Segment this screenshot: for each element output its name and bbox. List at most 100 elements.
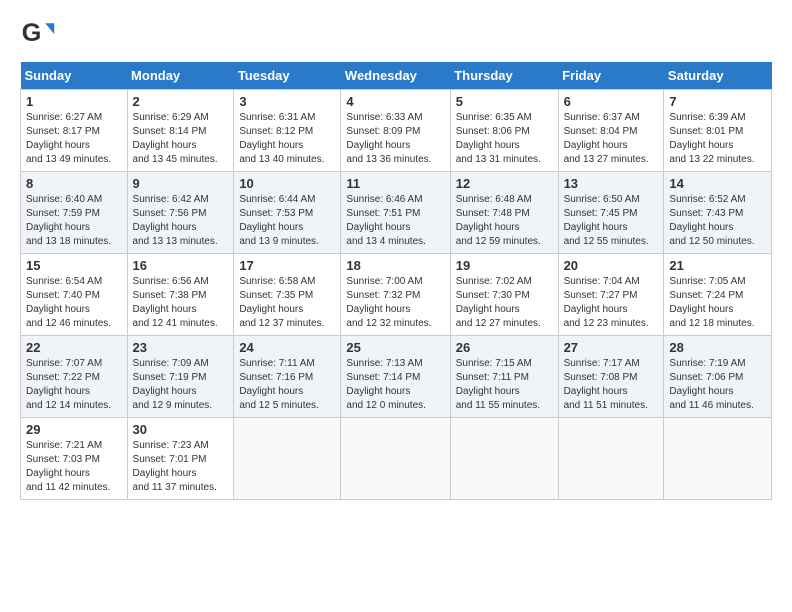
calendar-cell: 8 Sunrise: 6:40 AMSunset: 7:59 PMDaylight… [21,172,128,254]
calendar-cell: 23 Sunrise: 7:09 AMSunset: 7:19 PMDayligh… [127,336,234,418]
calendar-cell: 16 Sunrise: 6:56 AMSunset: 7:38 PMDayligh… [127,254,234,336]
day-info: Sunrise: 6:56 AMSunset: 7:38 PMDaylight … [133,275,229,331]
weekday-header-tuesday: Tuesday [234,62,341,90]
day-info: Sunrise: 7:04 AMSunset: 7:27 PMDaylight … [564,275,659,331]
calendar-cell: 29 Sunrise: 7:21 AMSunset: 7:03 PMDayligh… [21,418,128,500]
day-info: Sunrise: 6:50 AMSunset: 7:45 PMDaylight … [564,193,659,249]
weekday-header-friday: Friday [558,62,664,90]
day-info: Sunrise: 6:44 AMSunset: 7:53 PMDaylight … [239,193,335,249]
day-number: 10 [239,176,335,191]
day-info: Sunrise: 6:58 AMSunset: 7:35 PMDaylight … [239,275,335,331]
day-number: 9 [133,176,229,191]
calendar-cell [234,418,341,500]
calendar-cell: 18 Sunrise: 7:00 AMSunset: 7:32 PMDayligh… [341,254,450,336]
day-number: 17 [239,258,335,273]
calendar-cell: 7Sunrise: 6:39 AMSunset: 8:01 PMDaylight… [664,90,772,172]
calendar-cell: 28 Sunrise: 7:19 AMSunset: 7:06 PMDayligh… [664,336,772,418]
day-number: 2 [133,94,229,109]
weekday-header-wednesday: Wednesday [341,62,450,90]
calendar-cell: 26 Sunrise: 7:15 AMSunset: 7:11 PMDayligh… [450,336,558,418]
day-number: 3 [239,94,335,109]
day-info: Sunrise: 7:09 AMSunset: 7:19 PMDaylight … [133,357,229,413]
logo-icon: G [20,16,56,52]
day-number: 7 [669,94,766,109]
calendar-cell [450,418,558,500]
day-info: Sunrise: 7:05 AMSunset: 7:24 PMDaylight … [669,275,766,331]
day-number: 27 [564,340,659,355]
day-number: 8 [26,176,122,191]
calendar-cell: 1 Sunrise: 6:27 AMSunset: 8:17 PMDaylight… [21,90,128,172]
calendar-cell: 21 Sunrise: 7:05 AMSunset: 7:24 PMDayligh… [664,254,772,336]
calendar-table: SundayMondayTuesdayWednesdayThursdayFrid… [20,62,772,500]
day-number: 16 [133,258,229,273]
day-info: Sunrise: 6:27 AMSunset: 8:17 PMDaylight … [26,111,122,167]
day-number: 28 [669,340,766,355]
calendar-cell: 13 Sunrise: 6:50 AMSunset: 7:45 PMDayligh… [558,172,664,254]
weekday-header-saturday: Saturday [664,62,772,90]
weekday-header-thursday: Thursday [450,62,558,90]
day-info: Sunrise: 7:17 AMSunset: 7:08 PMDaylight … [564,357,659,413]
calendar-cell [558,418,664,500]
calendar-cell [341,418,450,500]
day-info: Sunrise: 6:29 AMSunset: 8:14 PMDaylight … [133,111,229,167]
day-info: Sunrise: 6:33 AMSunset: 8:09 PMDaylight … [346,111,444,167]
day-number: 11 [346,176,444,191]
calendar-cell: 15 Sunrise: 6:54 AMSunset: 7:40 PMDayligh… [21,254,128,336]
day-number: 18 [346,258,444,273]
calendar-cell: 2 Sunrise: 6:29 AMSunset: 8:14 PMDaylight… [127,90,234,172]
day-number: 1 [26,94,122,109]
day-number: 14 [669,176,766,191]
day-number: 24 [239,340,335,355]
day-info: Sunrise: 7:11 AMSunset: 7:16 PMDaylight … [239,357,335,413]
day-number: 23 [133,340,229,355]
day-info: Sunrise: 6:37 AMSunset: 8:04 PMDaylight … [564,111,659,167]
calendar-cell: 10 Sunrise: 6:44 AMSunset: 7:53 PMDayligh… [234,172,341,254]
day-number: 12 [456,176,553,191]
day-info: Sunrise: 6:40 AMSunset: 7:59 PMDaylight … [26,193,122,249]
day-number: 26 [456,340,553,355]
day-info: Sunrise: 7:02 AMSunset: 7:30 PMDaylight … [456,275,553,331]
logo: G [20,16,60,52]
day-number: 25 [346,340,444,355]
day-info: Sunrise: 7:15 AMSunset: 7:11 PMDaylight … [456,357,553,413]
calendar-cell: 22 Sunrise: 7:07 AMSunset: 7:22 PMDayligh… [21,336,128,418]
weekday-header-monday: Monday [127,62,234,90]
day-info: Sunrise: 7:19 AMSunset: 7:06 PMDaylight … [669,357,766,413]
calendar-cell: 3 Sunrise: 6:31 AMSunset: 8:12 PMDaylight… [234,90,341,172]
day-info: Sunrise: 7:00 AMSunset: 7:32 PMDaylight … [346,275,444,331]
calendar-cell: 19 Sunrise: 7:02 AMSunset: 7:30 PMDayligh… [450,254,558,336]
calendar-cell: 11 Sunrise: 6:46 AMSunset: 7:51 PMDayligh… [341,172,450,254]
day-number: 4 [346,94,444,109]
calendar-cell: 17 Sunrise: 6:58 AMSunset: 7:35 PMDayligh… [234,254,341,336]
day-info: Sunrise: 6:52 AMSunset: 7:43 PMDaylight … [669,193,766,249]
day-info: Sunrise: 7:21 AMSunset: 7:03 PMDaylight … [26,439,122,495]
calendar-cell: 6 Sunrise: 6:37 AMSunset: 8:04 PMDaylight… [558,90,664,172]
day-number: 22 [26,340,122,355]
day-info: Sunrise: 7:13 AMSunset: 7:14 PMDaylight … [346,357,444,413]
calendar-cell: 12 Sunrise: 6:48 AMSunset: 7:48 PMDayligh… [450,172,558,254]
calendar-cell: 30Sunrise: 7:23 AMSunset: 7:01 PMDayligh… [127,418,234,500]
day-number: 29 [26,422,122,437]
day-number: 13 [564,176,659,191]
day-info: Sunrise: 6:31 AMSunset: 8:12 PMDaylight … [239,111,335,167]
day-info: Sunrise: 6:48 AMSunset: 7:48 PMDaylight … [456,193,553,249]
calendar-cell: 14 Sunrise: 6:52 AMSunset: 7:43 PMDayligh… [664,172,772,254]
calendar-cell: 25 Sunrise: 7:13 AMSunset: 7:14 PMDayligh… [341,336,450,418]
calendar-cell: 24 Sunrise: 7:11 AMSunset: 7:16 PMDayligh… [234,336,341,418]
calendar-cell: 4 Sunrise: 6:33 AMSunset: 8:09 PMDaylight… [341,90,450,172]
day-info: Sunrise: 6:54 AMSunset: 7:40 PMDaylight … [26,275,122,331]
day-number: 19 [456,258,553,273]
day-number: 20 [564,258,659,273]
day-info: Sunrise: 7:23 AMSunset: 7:01 PMDaylight … [133,439,229,495]
day-number: 6 [564,94,659,109]
day-info: Sunrise: 6:46 AMSunset: 7:51 PMDaylight … [346,193,444,249]
calendar-cell: 5Sunrise: 6:35 AMSunset: 8:06 PMDaylight… [450,90,558,172]
svg-text:G: G [22,19,42,47]
calendar-cell [664,418,772,500]
day-number: 21 [669,258,766,273]
weekday-header-sunday: Sunday [21,62,128,90]
day-number: 15 [26,258,122,273]
day-number: 5 [456,94,553,109]
calendar-cell: 27 Sunrise: 7:17 AMSunset: 7:08 PMDayligh… [558,336,664,418]
day-info: Sunrise: 7:07 AMSunset: 7:22 PMDaylight … [26,357,122,413]
